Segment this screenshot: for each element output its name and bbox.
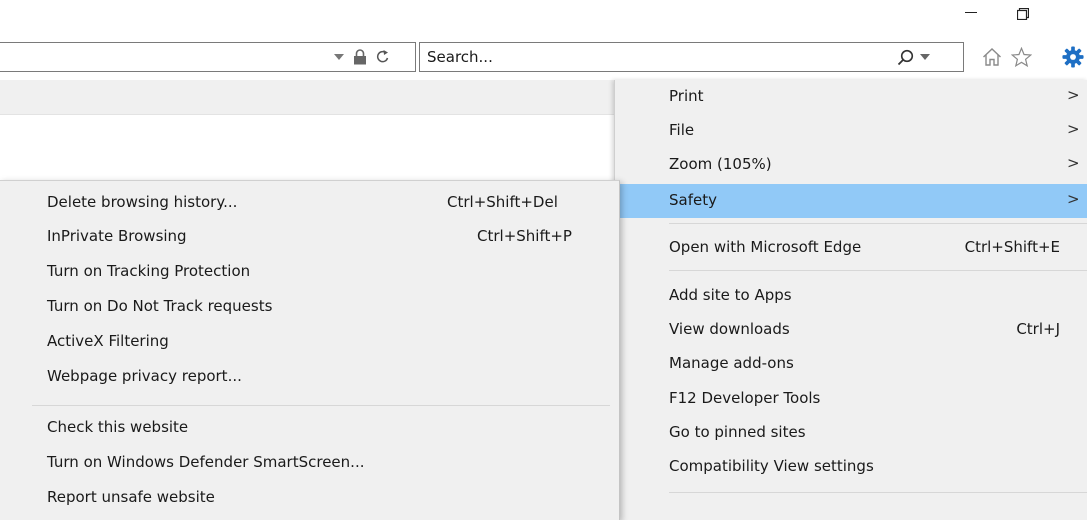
tools-menu-add-site-to-apps[interactable]: Add site to Apps [615, 279, 1087, 313]
favorites-button[interactable] [1007, 42, 1035, 72]
lock-icon [354, 49, 366, 65]
menu-separator [32, 405, 610, 406]
tools-menu-go-to-pinned-sites[interactable]: Go to pinned sites [615, 416, 1087, 450]
menu-separator [669, 492, 1087, 493]
gear-icon [1062, 46, 1084, 68]
chevron-right-icon: > [1067, 86, 1080, 104]
refresh-icon [376, 50, 388, 63]
safety-menu-smartscreen[interactable]: Turn on Windows Defender SmartScreen... [0, 446, 614, 480]
chevron-right-icon: > [1067, 120, 1080, 138]
shortcut-label: Ctrl+Shift+P [477, 227, 572, 245]
tools-menu-file[interactable]: File > [615, 114, 1087, 148]
tools-menu-manage-addons[interactable]: Manage add-ons [615, 347, 1087, 381]
chevron-down-icon [334, 54, 344, 60]
safety-menu-tracking-protection[interactable]: Turn on Tracking Protection [0, 255, 614, 289]
home-button[interactable] [979, 42, 1005, 72]
security-lock-button[interactable] [351, 43, 369, 71]
search-input[interactable] [427, 46, 877, 68]
safety-menu-activex-filtering[interactable]: ActiveX Filtering [0, 325, 614, 359]
tools-menu-f12-developer-tools[interactable]: F12 Developer Tools [615, 382, 1087, 416]
refresh-button[interactable] [372, 43, 392, 71]
chevron-right-icon: > [1067, 154, 1080, 172]
minimize-icon [965, 12, 977, 13]
tools-menu-zoom[interactable]: Zoom (105%) > [615, 148, 1087, 182]
tab-strip [0, 80, 620, 115]
address-bar[interactable] [0, 42, 416, 72]
safety-submenu: Delete browsing history... Ctrl+Shift+De… [0, 180, 620, 520]
chevron-right-icon: > [1067, 190, 1080, 208]
safety-menu-webpage-privacy-report[interactable]: Webpage privacy report... [0, 360, 614, 394]
tools-menu-print[interactable]: Print > [615, 80, 1087, 114]
chevron-down-icon [920, 54, 930, 60]
minimize-button[interactable] [948, 0, 994, 30]
tools-menu-view-downloads[interactable]: View downloads Ctrl+J [615, 313, 1087, 347]
safety-menu-report-unsafe-website[interactable]: Report unsafe website [0, 481, 614, 515]
safety-menu-delete-browsing-history[interactable]: Delete browsing history... Ctrl+Shift+De… [0, 186, 614, 220]
home-icon [983, 48, 1001, 66]
safety-menu-inprivate-browsing[interactable]: InPrivate Browsing Ctrl+Shift+P [0, 220, 614, 254]
tools-menu-compatibility-view-settings[interactable]: Compatibility View settings [615, 450, 1087, 484]
safety-menu-check-this-website[interactable]: Check this website [0, 411, 614, 445]
menu-separator [669, 223, 1087, 224]
search-box[interactable] [419, 42, 964, 72]
search-dropdown-button[interactable] [918, 43, 932, 71]
restore-button[interactable] [1000, 0, 1046, 30]
tools-button[interactable] [1058, 42, 1087, 72]
tools-menu: Print > File > Zoom (105%) > Safety > Op… [614, 80, 1087, 520]
restore-icon [1017, 8, 1029, 20]
tools-menu-safety[interactable]: Safety > [615, 184, 1087, 218]
menu-separator [669, 270, 1087, 271]
shortcut-label: Ctrl+J [1016, 320, 1060, 338]
magnifier-icon [897, 49, 913, 65]
safety-menu-do-not-track[interactable]: Turn on Do Not Track requests [0, 290, 614, 324]
search-button[interactable] [894, 43, 916, 71]
address-dropdown-button[interactable] [331, 43, 347, 71]
tools-menu-open-with-edge[interactable]: Open with Microsoft Edge Ctrl+Shift+E [615, 231, 1087, 265]
star-icon [1010, 46, 1032, 67]
shortcut-label: Ctrl+Shift+Del [447, 193, 558, 211]
shortcut-label: Ctrl+Shift+E [964, 238, 1060, 256]
